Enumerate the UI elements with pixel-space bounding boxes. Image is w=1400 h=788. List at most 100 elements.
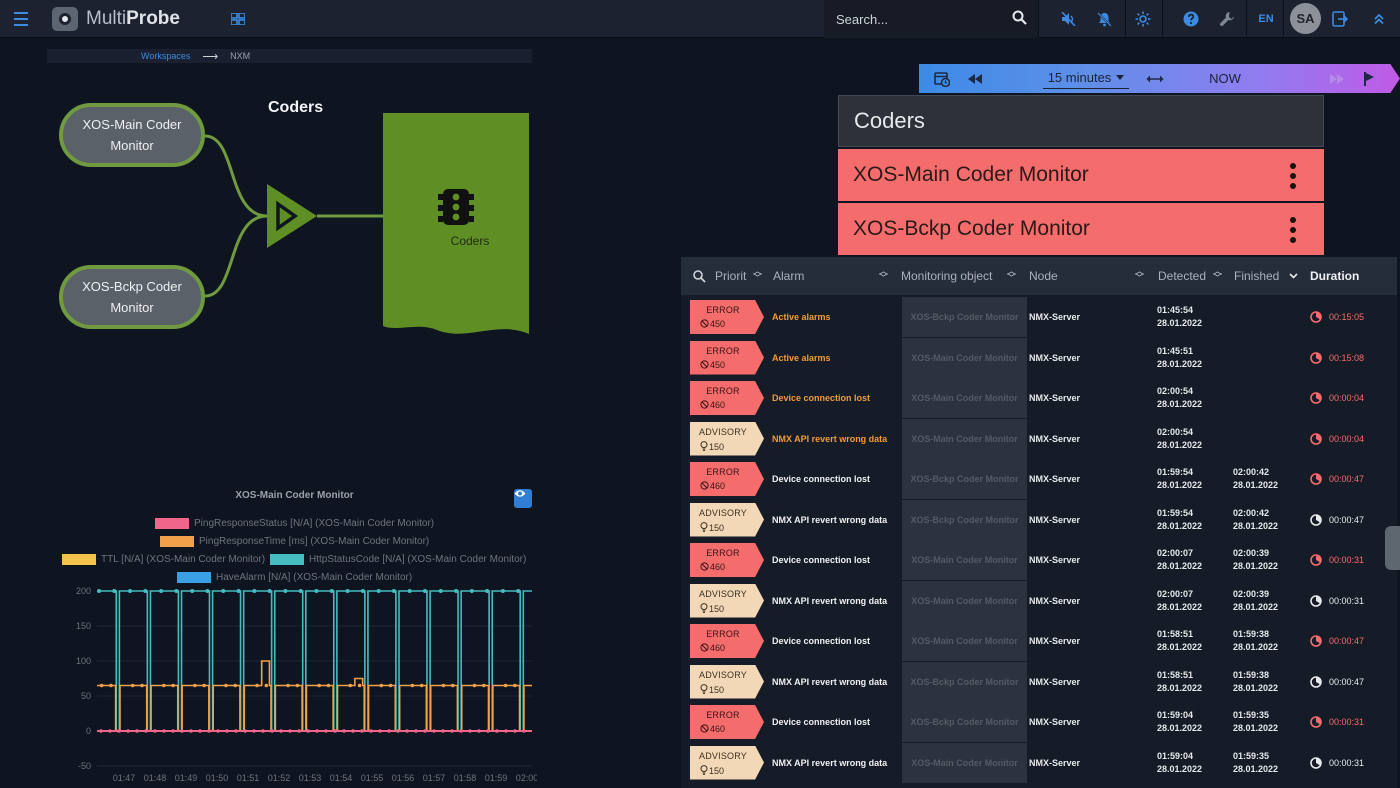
logout-button[interactable] [1325, 0, 1355, 38]
column-header-detected[interactable]: Detected ︿ ﹀ [1155, 257, 1231, 295]
aggregator-node[interactable] [267, 184, 317, 248]
data-point-ping-status [450, 729, 454, 733]
x-tick-label: 01:48 [144, 773, 167, 783]
table-row[interactable]: ADVISORY 150 NMX API revert wrong data XOS-… [681, 580, 1397, 621]
data-point-ping-status [225, 729, 229, 733]
column-header-alarm[interactable]: Alarm ︿ ﹀ [771, 257, 899, 295]
notifications-off-button[interactable] [1089, 0, 1119, 38]
breadcrumb-workspaces-link[interactable]: Workspaces [141, 51, 190, 61]
table-row[interactable]: ERROR 450 Active alarms XOS-Bckp Coder Moni… [681, 297, 1397, 337]
step-back-button[interactable] [965, 64, 985, 93]
disabled-icon [700, 319, 709, 328]
search-icon[interactable] [693, 269, 706, 283]
column-label: Alarm [773, 269, 805, 283]
side-panel-handle[interactable] [1385, 526, 1400, 570]
collapse-button[interactable] [1364, 0, 1394, 38]
monitoring-object: XOS-Bckp Coder Monitor [902, 661, 1027, 702]
sound-off-button[interactable] [1054, 0, 1084, 38]
detected-time: 02:00:07 [1157, 548, 1194, 558]
table-row[interactable]: ERROR 460 Device connection lost XOS-Bckp C… [681, 459, 1397, 499]
step-forward-button[interactable] [1327, 64, 1347, 93]
table-row[interactable]: ERROR 460 Device connection lost XOS-Main C… [681, 540, 1397, 580]
severity-label: ERROR [706, 305, 740, 315]
data-point-http-status [407, 589, 412, 593]
detected-timestamp: 01:59:04 28.01.2022 [1157, 743, 1231, 783]
duration: 00:00:31 [1310, 702, 1397, 742]
data-point-ping-status [351, 729, 355, 733]
data-point-ping-status [495, 729, 499, 733]
data-point-ping-time [419, 683, 424, 688]
node-name: NMX-Server [1029, 393, 1081, 403]
dashboard-grid-button[interactable] [228, 0, 248, 38]
duration-value: 00:00:31 [1329, 757, 1365, 768]
user-avatar[interactable]: SA [1290, 3, 1321, 34]
coder-item-bckp[interactable]: XOS-Bckp Coder Monitor [838, 203, 1324, 255]
time-range-select[interactable]: 15 minutes [1043, 67, 1129, 89]
sort-icon[interactable]: ︿ ﹀ [753, 267, 762, 283]
source-node-bckp[interactable]: XOS-Bckp Coder Monitor [59, 265, 205, 329]
monitoring-object: XOS-Bckp Coder Monitor [902, 499, 1027, 540]
kebab-menu-icon[interactable] [1290, 163, 1296, 189]
severity-code-value: 460 [710, 724, 726, 734]
theme-button[interactable] [1128, 0, 1158, 38]
severity-badge: ERROR 450 [690, 340, 764, 375]
sort-icon[interactable]: ︿ ﹀ [1007, 267, 1016, 283]
sort-icon[interactable]: ︿ ﹀ [1213, 267, 1222, 283]
data-point-ping-time [450, 683, 455, 688]
duration-value: 00:00:31 [1329, 595, 1365, 606]
column-header-duration[interactable]: Duration [1307, 257, 1397, 295]
wrench-icon [1219, 12, 1234, 27]
source-node-main[interactable]: XOS-Main Coder Monitor [59, 103, 205, 167]
column-header-monitoring-object[interactable]: Monitoring object ︿ ﹀ [899, 257, 1027, 295]
detected-date: 28.01.2022 [1157, 318, 1203, 328]
detected-timestamp: 01:59:04 28.01.2022 [1157, 702, 1231, 742]
settings-button[interactable] [1212, 0, 1242, 38]
chevron-down-icon[interactable] [1289, 273, 1298, 279]
table-row[interactable]: ADVISORY 150 NMX API revert wrong data XOS-… [681, 499, 1397, 540]
table-row[interactable]: ADVISORY 150 NMX API revert wrong data XOS-… [681, 418, 1397, 459]
search-icon[interactable] [1012, 10, 1027, 30]
breadcrumb-current: NXM [230, 51, 251, 61]
calendar-clock-button[interactable] [931, 64, 953, 93]
detected-time: 01:59:54 [1157, 467, 1194, 477]
search-input[interactable] [824, 11, 1004, 27]
severity-label: ERROR [706, 467, 740, 477]
column-header-finished[interactable]: Finished [1231, 257, 1307, 295]
monitoring-object: XOS-Bckp Coder Monitor [902, 702, 1027, 742]
duration-value: 00:00:47 [1329, 474, 1365, 484]
duration-value: 00:00:31 [1329, 717, 1365, 727]
table-row[interactable]: ERROR 460 Device connection lost XOS-Main C… [681, 621, 1397, 661]
disabled-icon [700, 724, 709, 733]
detected-timestamp: 01:45:54 28.01.2022 [1157, 297, 1231, 337]
now-button[interactable]: NOW [1189, 64, 1261, 93]
data-point-http-status [252, 589, 257, 593]
data-point-ping-status [432, 729, 436, 733]
data-point-ping-time [171, 683, 175, 688]
table-row[interactable]: ERROR 450 Active alarms XOS-Main Coder Moni… [681, 337, 1397, 378]
jump-to-live-button[interactable] [1359, 64, 1379, 93]
column-header-priority[interactable]: Priorit ︿ ﹀ [681, 257, 771, 295]
table-row[interactable]: ADVISORY 150 NMX API revert wrong data XOS-… [681, 742, 1397, 783]
help-button[interactable] [1176, 0, 1206, 38]
duration: 00:00:47 [1310, 662, 1397, 702]
coder-item-main[interactable]: XOS-Main Coder Monitor [838, 149, 1324, 201]
menu-button[interactable] [6, 0, 36, 38]
finished-timestamp [1233, 419, 1307, 459]
sort-icon[interactable]: ︿ ﹀ [879, 267, 888, 283]
sort-icon[interactable]: ︿ ﹀ [1135, 267, 1144, 283]
node-name: NMX-Server [1029, 717, 1081, 727]
x-tick-label: 01:55 [361, 773, 384, 783]
kebab-menu-icon[interactable] [1290, 217, 1296, 243]
column-header-node[interactable]: Node ︿ ﹀ [1027, 257, 1155, 295]
detected-time: 01:58:51 [1157, 669, 1194, 680]
language-button[interactable]: EN [1251, 0, 1281, 38]
app-title: MultiProbe [86, 8, 180, 29]
timer-icon [1310, 311, 1322, 323]
app-logo[interactable]: MultiProbe [52, 7, 180, 31]
detected-time: 01:45:54 [1157, 305, 1194, 315]
table-row[interactable]: ADVISORY 150 NMX API revert wrong data XOS-… [681, 661, 1397, 702]
table-row[interactable]: ERROR 460 Device connection lost XOS-Main C… [681, 378, 1397, 418]
breadcrumb-arrow-icon: ⟶ [202, 50, 219, 63]
table-row[interactable]: ERROR 460 Device connection lost XOS-Bckp C… [681, 702, 1397, 742]
span-toggle-button[interactable] [1145, 64, 1165, 93]
